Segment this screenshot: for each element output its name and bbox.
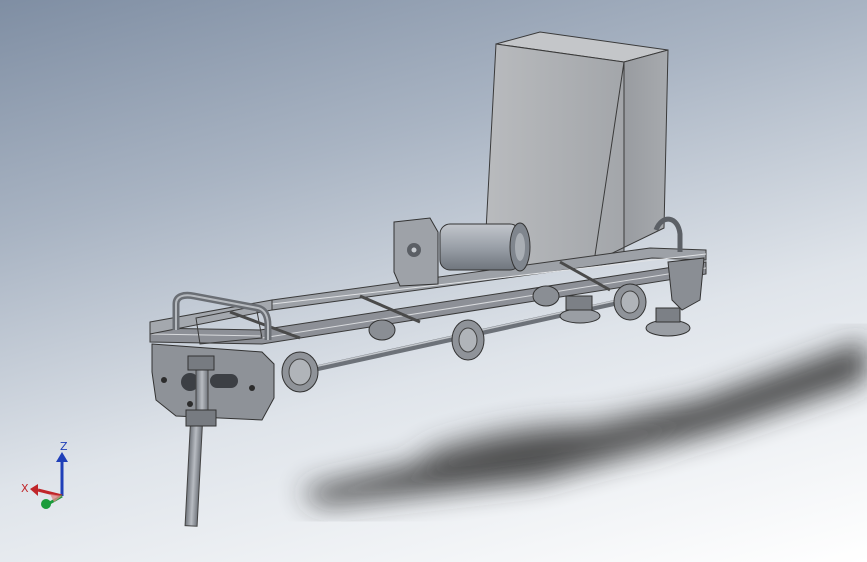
z-axis-label: Z <box>60 440 68 453</box>
cad-graphics-viewport[interactable]: Z X <box>0 0 867 562</box>
x-axis-label: X <box>21 482 29 495</box>
ground-shadow <box>300 340 867 505</box>
leveling-foot-right[interactable] <box>645 307 691 337</box>
assembly-model-view[interactable] <box>0 0 867 562</box>
wheel-front-left[interactable] <box>281 351 319 393</box>
end-plate[interactable] <box>151 343 275 421</box>
x-axis-arrow <box>30 484 63 498</box>
z-axis-arrow <box>56 452 68 496</box>
wheel-front-right[interactable] <box>613 283 647 321</box>
wheel-front-mid[interactable] <box>451 319 485 361</box>
right-end-bracket[interactable] <box>653 216 705 311</box>
coordinate-triad: Z X <box>21 440 68 509</box>
